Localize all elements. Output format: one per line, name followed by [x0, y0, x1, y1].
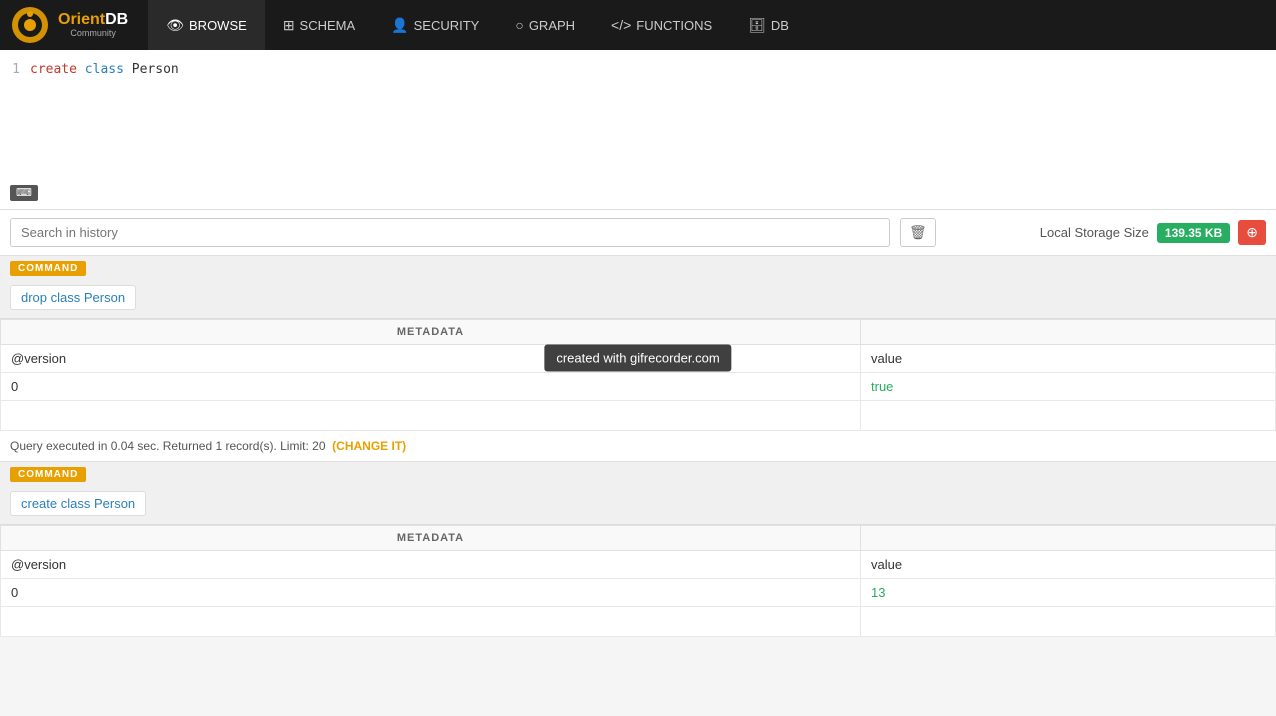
security-icon: 👤 [391, 17, 408, 34]
table2-col1-header: METADATA [1, 526, 861, 551]
command-link-2[interactable]: create class Person [10, 491, 146, 516]
browse-icon: 👁 [166, 17, 184, 34]
table2-row2-col1: 0 [1, 579, 861, 607]
table-row: @version value [1, 345, 1276, 373]
history-search-input[interactable] [10, 218, 890, 247]
table2-row2-col2: 13 [861, 579, 1276, 607]
brand: OrientDB Community [10, 5, 128, 45]
query-status: Query executed in 0.04 sec. Returned 1 r… [0, 431, 1276, 462]
orientdb-logo [10, 5, 50, 45]
command-badge-2: COMMAND [10, 467, 86, 482]
storage-size-badge: 139.35 KB [1157, 223, 1230, 243]
result-table-wrapper-1: METADATA @version value 0 true [0, 319, 1276, 431]
command-section-2: COMMAND create class Person [0, 462, 1276, 525]
command-link-1[interactable]: drop class Person [10, 285, 136, 310]
table1-row1-col2: value [861, 345, 1276, 373]
table1-row2-col2: true [861, 373, 1276, 401]
result-table-wrapper-2: METADATA @version value 0 13 [0, 525, 1276, 637]
table1-col2-header [861, 320, 1276, 345]
nav-db[interactable]: 🗄 DB [730, 0, 807, 50]
brand-db: DB [105, 11, 128, 28]
code-class: class [77, 62, 124, 77]
command-badge-1: COMMAND [10, 261, 86, 276]
change-it-link[interactable]: (CHANGE IT) [332, 439, 406, 453]
functions-icon: </> [611, 17, 631, 33]
result-table-1: METADATA @version value 0 true [0, 319, 1276, 431]
editor-line-1: 1 create class Person [0, 60, 1276, 79]
brand-orient: Orient [58, 11, 105, 28]
table-row: @version value [1, 551, 1276, 579]
storage-label: Local Storage Size [1040, 225, 1149, 240]
code-line: create class Person [30, 62, 179, 77]
table2-row1-col2: value [861, 551, 1276, 579]
navbar: OrientDB Community 👁 BROWSE ⊞ SCHEMA 👤 S… [0, 0, 1276, 50]
command-header-2: COMMAND [0, 462, 1276, 487]
brand-community: Community [58, 29, 128, 39]
editor-area: 1 create class Person ⌨ [0, 50, 1276, 210]
schema-icon: ⊞ [283, 17, 295, 34]
table-row-empty-2 [1, 607, 1276, 637]
graph-icon: ○ [515, 17, 523, 33]
result-table-2: METADATA @version value 0 13 [0, 525, 1276, 637]
table2-row1-col1: @version [1, 551, 861, 579]
storage-clear-button[interactable]: ⊕ [1238, 220, 1266, 245]
nav-graph[interactable]: ○ GRAPH [497, 0, 593, 50]
table-row: 0 true [1, 373, 1276, 401]
table-row: 0 13 [1, 579, 1276, 607]
delete-history-button[interactable]: 🗑 [900, 218, 936, 247]
table1-row2-col1: 0 [1, 373, 861, 401]
line-number: 1 [0, 62, 30, 77]
code-person: Person [124, 62, 179, 77]
table2-col2-header [861, 526, 1276, 551]
nav-browse[interactable]: 👁 BROWSE [148, 0, 265, 50]
query-status-text: Query executed in 0.04 sec. Returned 1 r… [10, 439, 326, 453]
keyboard-icon[interactable]: ⌨ [10, 185, 38, 201]
code-create: create [30, 62, 77, 77]
scroll-indicator: ⌨ [10, 184, 38, 199]
history-bar: 🗑 Local Storage Size 139.35 KB ⊕ [0, 210, 1276, 256]
brand-name: OrientDB [58, 11, 128, 29]
nav-items: 👁 BROWSE ⊞ SCHEMA 👤 SECURITY ○ GRAPH </>… [148, 0, 807, 50]
nav-functions[interactable]: </> FUNCTIONS [593, 0, 730, 50]
storage-info: Local Storage Size 139.35 KB ⊕ [1040, 220, 1266, 245]
table1-row1-col1: @version [1, 345, 861, 373]
nav-security[interactable]: 👤 SECURITY [373, 0, 497, 50]
table1-col1-header: METADATA [1, 320, 861, 345]
brand-text: OrientDB Community [58, 11, 128, 38]
command-section-1: COMMAND drop class Person [0, 256, 1276, 319]
db-icon: 🗄 [748, 17, 766, 34]
table-row-empty [1, 401, 1276, 431]
command-header-1: COMMAND [0, 256, 1276, 281]
nav-schema[interactable]: ⊞ SCHEMA [265, 0, 373, 50]
